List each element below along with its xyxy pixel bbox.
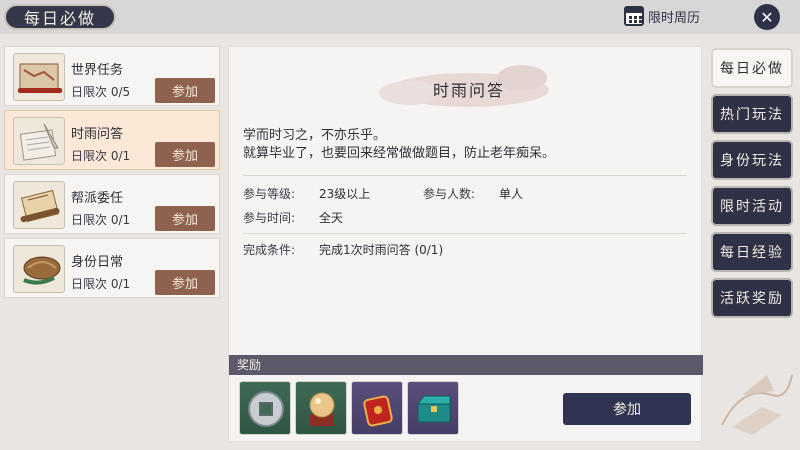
reward-header: 奖励 — [229, 355, 703, 375]
detail-description: 学而时习之，不亦乐乎。 就算毕业了，也要回来经常做做题目，防止老年痴呆。 — [243, 127, 555, 163]
task-card-identity-daily[interactable]: 身份日常 日限次 0/1 参加 — [4, 238, 220, 298]
tab-popular[interactable]: 热门玩法 — [711, 94, 793, 134]
time-label: 参与时间: — [243, 211, 296, 225]
level-value: 23级以上 — [319, 187, 371, 201]
red-pouch-icon[interactable] — [351, 381, 403, 435]
condition-label: 完成条件: — [243, 243, 296, 257]
description-line: 就算毕业了，也要回来经常做做题目，防止老年痴呆。 — [243, 146, 556, 161]
detail-title: 时雨问答 — [432, 81, 505, 100]
detail-title-banner: 时雨问答 — [379, 61, 559, 117]
people-label: 参与人数: — [423, 187, 476, 201]
quill-paper-icon — [13, 117, 65, 165]
calendar-icon — [624, 6, 644, 26]
scroll-icon — [13, 181, 65, 229]
crane-decoration-icon — [721, 374, 793, 435]
join-button[interactable]: 参加 — [155, 142, 215, 167]
limited-calendar-button[interactable]: 限时周历 — [624, 3, 708, 29]
task-card-world-quest[interactable]: 世界任务 日限次 0/5 参加 — [4, 46, 220, 106]
join-button[interactable]: 参加 — [155, 270, 215, 295]
calendar-label: 限时周历 — [648, 10, 701, 26]
detail-panel: 时雨问答 学而时习之，不亦乐乎。 就算毕业了，也要回来经常做做题目，防止老年痴呆… — [228, 46, 703, 442]
level-label: 参与等级: — [243, 187, 296, 201]
basket-hat-icon — [13, 245, 65, 293]
task-name: 时雨问答 — [71, 127, 124, 142]
divider — [243, 175, 687, 176]
join-button[interactable]: 参加 — [155, 206, 215, 231]
task-limit: 日限次 0/1 — [71, 213, 131, 227]
task-limit: 日限次 0/5 — [71, 85, 131, 99]
description-line: 学而时习之，不亦乐乎。 — [243, 128, 387, 143]
join-button-main[interactable]: 参加 — [563, 393, 691, 425]
tab-limited-events[interactable]: 限时活动 — [711, 186, 793, 226]
people-value: 单人 — [499, 187, 524, 201]
time-value: 全天 — [319, 211, 344, 225]
task-name: 身份日常 — [71, 255, 124, 270]
task-list: 世界任务 日限次 0/5 参加 时雨问答 日限次 0/1 参加 帮派委任 日限次… — [4, 46, 220, 442]
map-scroll-icon — [13, 53, 65, 101]
task-card-guild-commission[interactable]: 帮派委任 日限次 0/1 参加 — [4, 174, 220, 234]
top-bar: 每日必做 限时周历 ✕ — [0, 0, 800, 34]
jade-chest-icon[interactable] — [407, 381, 459, 435]
task-card-rain-quiz[interactable]: 时雨问答 日限次 0/1 参加 — [4, 110, 220, 170]
task-name: 帮派委任 — [71, 191, 124, 206]
page-title: 每日必做 — [4, 4, 116, 30]
divider — [243, 233, 687, 234]
tab-activity-rewards[interactable]: 活跃奖励 — [711, 278, 793, 318]
tab-daily-must[interactable]: 每日必做 — [711, 48, 793, 88]
tab-daily-exp[interactable]: 每日经验 — [711, 232, 793, 272]
close-icon[interactable]: ✕ — [754, 4, 780, 30]
task-limit: 日限次 0/1 — [71, 277, 131, 291]
tab-identity[interactable]: 身份玩法 — [711, 140, 793, 180]
task-name: 世界任务 — [71, 63, 124, 78]
orb-icon[interactable] — [295, 381, 347, 435]
condition-value: 完成1次时雨问答 (0/1) — [319, 243, 444, 257]
join-button[interactable]: 参加 — [155, 78, 215, 103]
coin-icon[interactable] — [239, 381, 291, 435]
task-limit: 日限次 0/1 — [71, 149, 131, 163]
